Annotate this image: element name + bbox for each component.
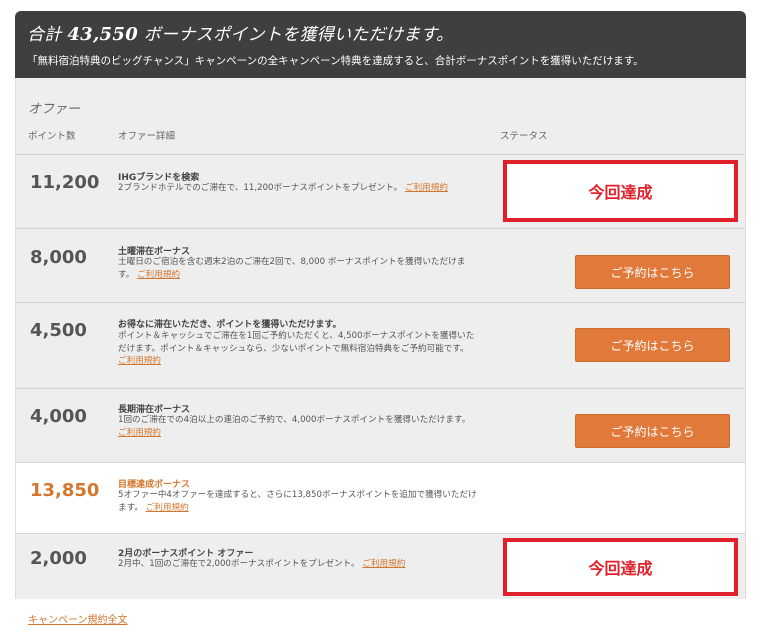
- column-header-status: ステータス: [500, 131, 548, 142]
- title-suffix: ボーナスポイントを獲得いただけます。: [143, 25, 454, 45]
- offer-points: 4,000: [30, 406, 87, 427]
- column-header-points: ポイント数: [28, 131, 76, 142]
- terms-link[interactable]: ご利用規約: [146, 503, 189, 513]
- book-now-button[interactable]: ご予約はこちら: [575, 328, 730, 362]
- column-header-details: オファー詳細: [118, 131, 176, 142]
- terms-link[interactable]: ご利用規約: [405, 183, 448, 193]
- offer-points: 4,500: [30, 320, 87, 341]
- offer-title: お得なに滞在いただき、ポイントを獲得いただけます。: [118, 320, 342, 330]
- offer-points: 13,850: [30, 480, 100, 501]
- offer-row-saturday-stay: 8,000 土曜滞在ボーナス 土曜日のご宿泊を含む週末2泊のご滞在2回で、8,0…: [16, 228, 745, 302]
- book-now-button[interactable]: ご予約はこちら: [575, 255, 730, 289]
- achieved-status: 今回達成: [503, 160, 738, 222]
- campaign-header: 合計 43,550 ボーナスポイントを獲得いただけます。 「無料宿泊特典のビッグ…: [15, 11, 746, 78]
- terms-link[interactable]: ご利用規約: [118, 428, 161, 438]
- offer-row-points-cash: 4,500 お得なに滞在いただき、ポイントを獲得いただけます。 ポイント＆キャッ…: [16, 302, 745, 388]
- book-now-button[interactable]: ご予約はこちら: [575, 414, 730, 448]
- offer-description: 2ブランドホテルでのご滞在で、11,200ボーナスポイントをプレゼント。 ご利用…: [118, 182, 478, 195]
- offer-text: ポイント＆キャッシュでご滞在を1回ご予約いただくと、4,500ボーナスポイントを…: [118, 331, 475, 354]
- offer-text: 1回のご滞在での4泊以上の連泊のご予約で、4,000ボーナスポイントを獲得いただ…: [118, 415, 471, 425]
- title-prefix: 合計: [27, 25, 62, 45]
- offers-heading: オファー: [28, 102, 81, 117]
- offer-points: 11,200: [30, 172, 100, 193]
- offer-points: 8,000: [30, 247, 87, 268]
- offer-text: 2ブランドホテルでのご滞在で、11,200ボーナスポイントをプレゼント。: [118, 183, 403, 193]
- offer-description: ポイント＆キャッシュでご滞在を1回ご予約いただくと、4,500ボーナスポイントを…: [118, 330, 478, 368]
- offer-points: 2,000: [30, 548, 87, 569]
- campaign-subtitle: 「無料宿泊特典のビッグチャンス」キャンペーンの全キャンペーン特典を達成すると、合…: [27, 55, 644, 67]
- offer-row-long-stay: 4,000 長期滞在ボーナス 1回のご滞在での4泊以上の連泊のご予約で、4,00…: [16, 388, 745, 462]
- offer-description: 1回のご滞在での4泊以上の連泊のご予約で、4,000ボーナスポイントを獲得いただ…: [118, 414, 478, 439]
- terms-link[interactable]: ご利用規約: [118, 356, 161, 366]
- offer-description: 土曜日のご宿泊を含む週末2泊のご滞在2回で、8,000 ボーナスポイントを獲得い…: [118, 256, 478, 281]
- total-points-title: 合計 43,550 ボーナスポイントを獲得いただけます。: [27, 20, 453, 45]
- campaign-terms-link[interactable]: キャンペーン規約全文: [28, 611, 128, 626]
- offers-panel: オファー ポイント数 オファー詳細 ステータス 11,200 IHGブランドを検…: [15, 78, 746, 599]
- offer-description: 5オファー中4オファーを達成すると、さらに13,850ボーナスポイントを追加で獲…: [118, 489, 478, 514]
- offer-row-goal-bonus: 13,850 目標達成ボーナス 5オファー中4オファーを達成すると、さらに13,…: [16, 462, 745, 533]
- offer-row-february-bonus: 2,000 2月のボーナスポイント オファー 2月中、1回のご滞在で2,000ボ…: [16, 533, 745, 599]
- campaign-card: 合計 43,550 ボーナスポイントを獲得いただけます。 「無料宿泊特典のビッグ…: [15, 11, 746, 599]
- terms-link[interactable]: ご利用規約: [362, 559, 405, 569]
- terms-link[interactable]: ご利用規約: [137, 270, 180, 280]
- offer-text: 2月中、1回のご滞在で2,000ボーナスポイントをプレゼント。: [118, 559, 360, 569]
- offer-description: 2月中、1回のご滞在で2,000ボーナスポイントをプレゼント。 ご利用規約: [118, 558, 478, 571]
- achieved-status: 今回達成: [503, 538, 738, 596]
- offer-row-ihg-brands: 11,200 IHGブランドを検索 2ブランドホテルでのご滞在で、11,200ボ…: [16, 154, 745, 228]
- title-total-points: 43,550: [67, 24, 139, 45]
